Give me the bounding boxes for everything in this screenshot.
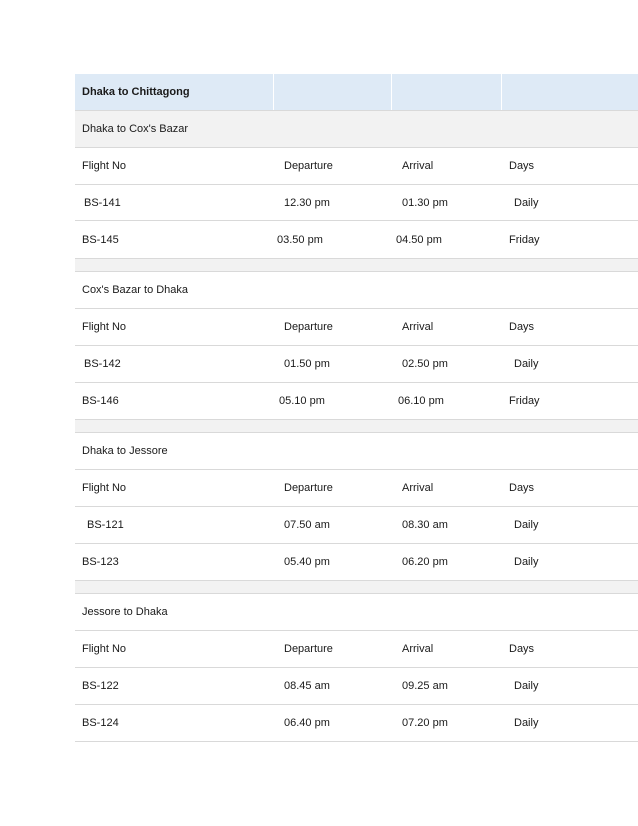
- col-flight-no: Flight No: [82, 160, 127, 172]
- col-days: Days: [509, 643, 535, 655]
- table-row: BS-146 05.10 pm 06.10 pm Friday: [75, 383, 638, 420]
- arrival: 06.20 pm: [402, 556, 448, 568]
- col-departure: Departure: [284, 160, 333, 172]
- col-arrival: Arrival: [402, 482, 434, 494]
- flight-no: BS-141: [84, 196, 121, 209]
- column-header-row: Flight No Departure Arrival Days: [75, 148, 638, 185]
- table-row: BS-124 06.40 pm 07.20 pm Daily: [75, 705, 638, 742]
- flight-no: BS-145: [82, 233, 119, 246]
- col-arrival: Arrival: [402, 321, 434, 333]
- arrival: 08.30 am: [402, 519, 448, 531]
- arrival: 01.30 pm: [402, 196, 448, 209]
- col-arrival: Arrival: [402, 160, 434, 172]
- route-title-row: Jessore to Dhaka: [75, 594, 638, 631]
- departure: 05.40 pm: [284, 556, 330, 568]
- arrival: 07.20 pm: [402, 717, 448, 729]
- table-title: Dhaka to Chittagong: [82, 86, 190, 98]
- col-arrival: Arrival: [402, 643, 434, 655]
- days: Daily: [514, 358, 539, 370]
- route-title-row: Cox's Bazar to Dhaka: [75, 272, 638, 309]
- arrival: 04.50 pm: [396, 233, 442, 246]
- days: Daily: [514, 519, 539, 531]
- flight-no: BS-123: [82, 556, 119, 568]
- table-row: BS-123 05.40 pm 06.20 pm Daily: [75, 544, 638, 581]
- col-days: Days: [509, 482, 535, 494]
- col-days: Days: [509, 321, 535, 333]
- departure: 01.50 pm: [284, 358, 330, 370]
- route-title: Dhaka to Jessore: [82, 445, 168, 457]
- col-days: Days: [509, 160, 535, 172]
- table-row: BS-121 07.50 am 08.30 am Daily: [75, 507, 638, 544]
- days: Daily: [514, 556, 539, 568]
- flight-no: BS-124: [82, 717, 119, 729]
- column-header-row: Flight No Departure Arrival Days: [75, 470, 638, 507]
- departure: 06.40 pm: [284, 717, 330, 729]
- flight-no: BS-142: [84, 358, 121, 370]
- col-departure: Departure: [284, 482, 333, 494]
- column-header-row: Flight No Departure Arrival Days: [75, 309, 638, 346]
- route-title-row: Dhaka to Jessore: [75, 433, 638, 470]
- col-flight-no: Flight No: [82, 482, 127, 494]
- route-title-row: Dhaka to Cox's Bazar: [75, 111, 638, 148]
- flight-no: BS-146: [82, 395, 119, 407]
- flight-no: BS-121: [87, 519, 124, 531]
- days: Daily: [514, 717, 539, 729]
- flight-schedule-table: Dhaka to Chittagong Dhaka to Cox's Bazar…: [75, 74, 638, 742]
- table-header-row: Dhaka to Chittagong: [75, 74, 638, 111]
- col-departure: Departure: [284, 321, 333, 333]
- col-flight-no: Flight No: [82, 321, 127, 333]
- days: Friday: [509, 233, 540, 246]
- table-row: BS-142 01.50 pm 02.50 pm Daily: [75, 346, 638, 383]
- table-row: BS-145 03.50 pm 04.50 pm Friday: [75, 221, 638, 259]
- table-row: BS-141 12.30 pm 01.30 pm Daily: [75, 185, 638, 221]
- arrival: 02.50 pm: [402, 358, 448, 370]
- document-page: Dhaka to Chittagong Dhaka to Cox's Bazar…: [0, 0, 638, 826]
- departure: 05.10 pm: [279, 395, 325, 407]
- departure: 03.50 pm: [277, 233, 323, 246]
- arrival: 06.10 pm: [398, 395, 444, 407]
- departure: 07.50 am: [284, 519, 330, 531]
- days: Daily: [514, 196, 539, 209]
- days: Daily: [514, 680, 539, 692]
- spacer-row: [75, 420, 638, 433]
- table-row: BS-122 08.45 am 09.25 am Daily: [75, 668, 638, 705]
- flight-no: BS-122: [82, 680, 119, 692]
- column-header-row: Flight No Departure Arrival Days: [75, 631, 638, 668]
- spacer-row: [75, 259, 638, 272]
- col-flight-no: Flight No: [82, 643, 127, 655]
- arrival: 09.25 am: [402, 680, 448, 692]
- days: Friday: [509, 395, 540, 407]
- spacer-row: [75, 581, 638, 594]
- route-title: Cox's Bazar to Dhaka: [82, 284, 189, 296]
- departure: 08.45 am: [284, 680, 330, 692]
- departure: 12.30 pm: [284, 196, 330, 209]
- col-departure: Departure: [284, 643, 333, 655]
- route-title: Dhaka to Cox's Bazar: [82, 123, 189, 135]
- route-title: Jessore to Dhaka: [82, 606, 168, 618]
